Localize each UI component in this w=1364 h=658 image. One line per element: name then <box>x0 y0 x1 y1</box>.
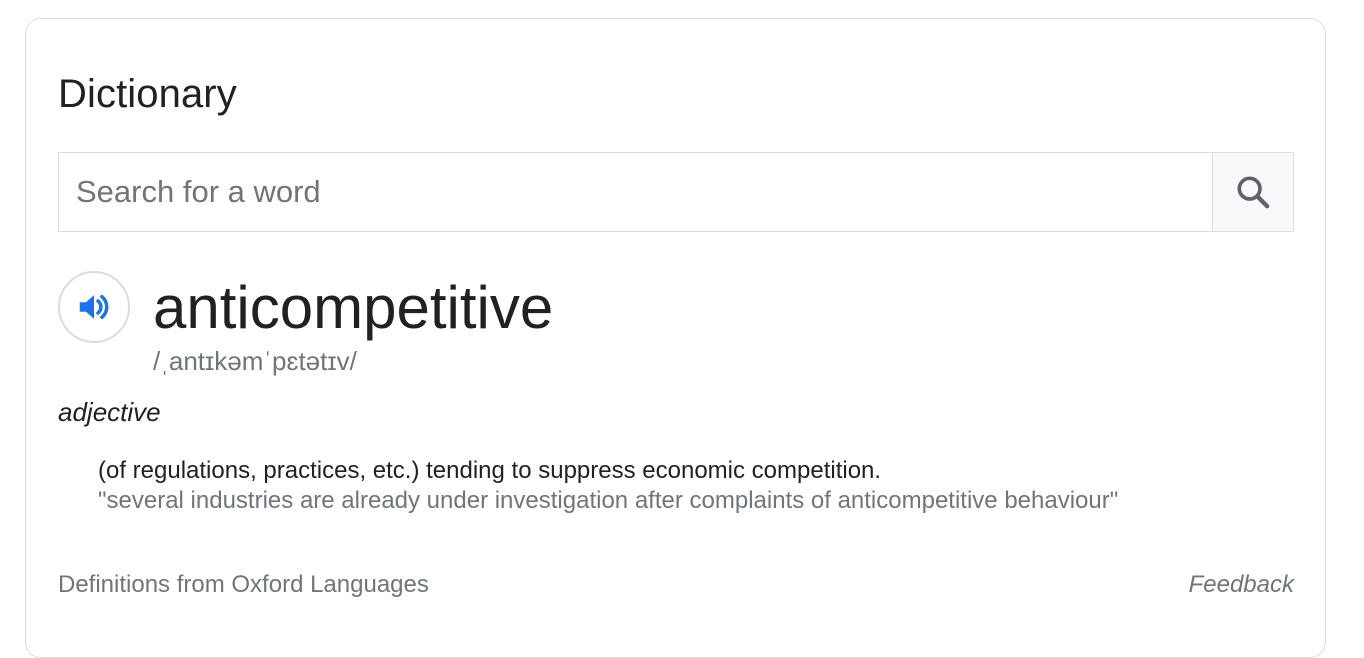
source-attribution: Definitions from Oxford Languages <box>58 571 429 598</box>
definition-text: (of regulations, practices, etc.) tendin… <box>98 457 882 484</box>
part-of-speech: adjective <box>58 397 161 427</box>
headword: anticompetitive <box>153 274 554 341</box>
example-sentence: "several industries are already under in… <box>98 487 1119 514</box>
feedback-link[interactable]: Feedback <box>1189 570 1294 600</box>
search-icon <box>1237 176 1270 209</box>
card-title: Dictionary <box>58 72 237 116</box>
phonetic-spelling: /ˌantɪkəmˈpɛtətɪv/ <box>153 346 357 376</box>
speaker-icon <box>79 294 109 320</box>
pronunciation-button[interactable] <box>58 271 130 343</box>
search-input[interactable] <box>59 153 1212 231</box>
search-button[interactable] <box>1212 153 1293 231</box>
search-box <box>58 152 1294 232</box>
